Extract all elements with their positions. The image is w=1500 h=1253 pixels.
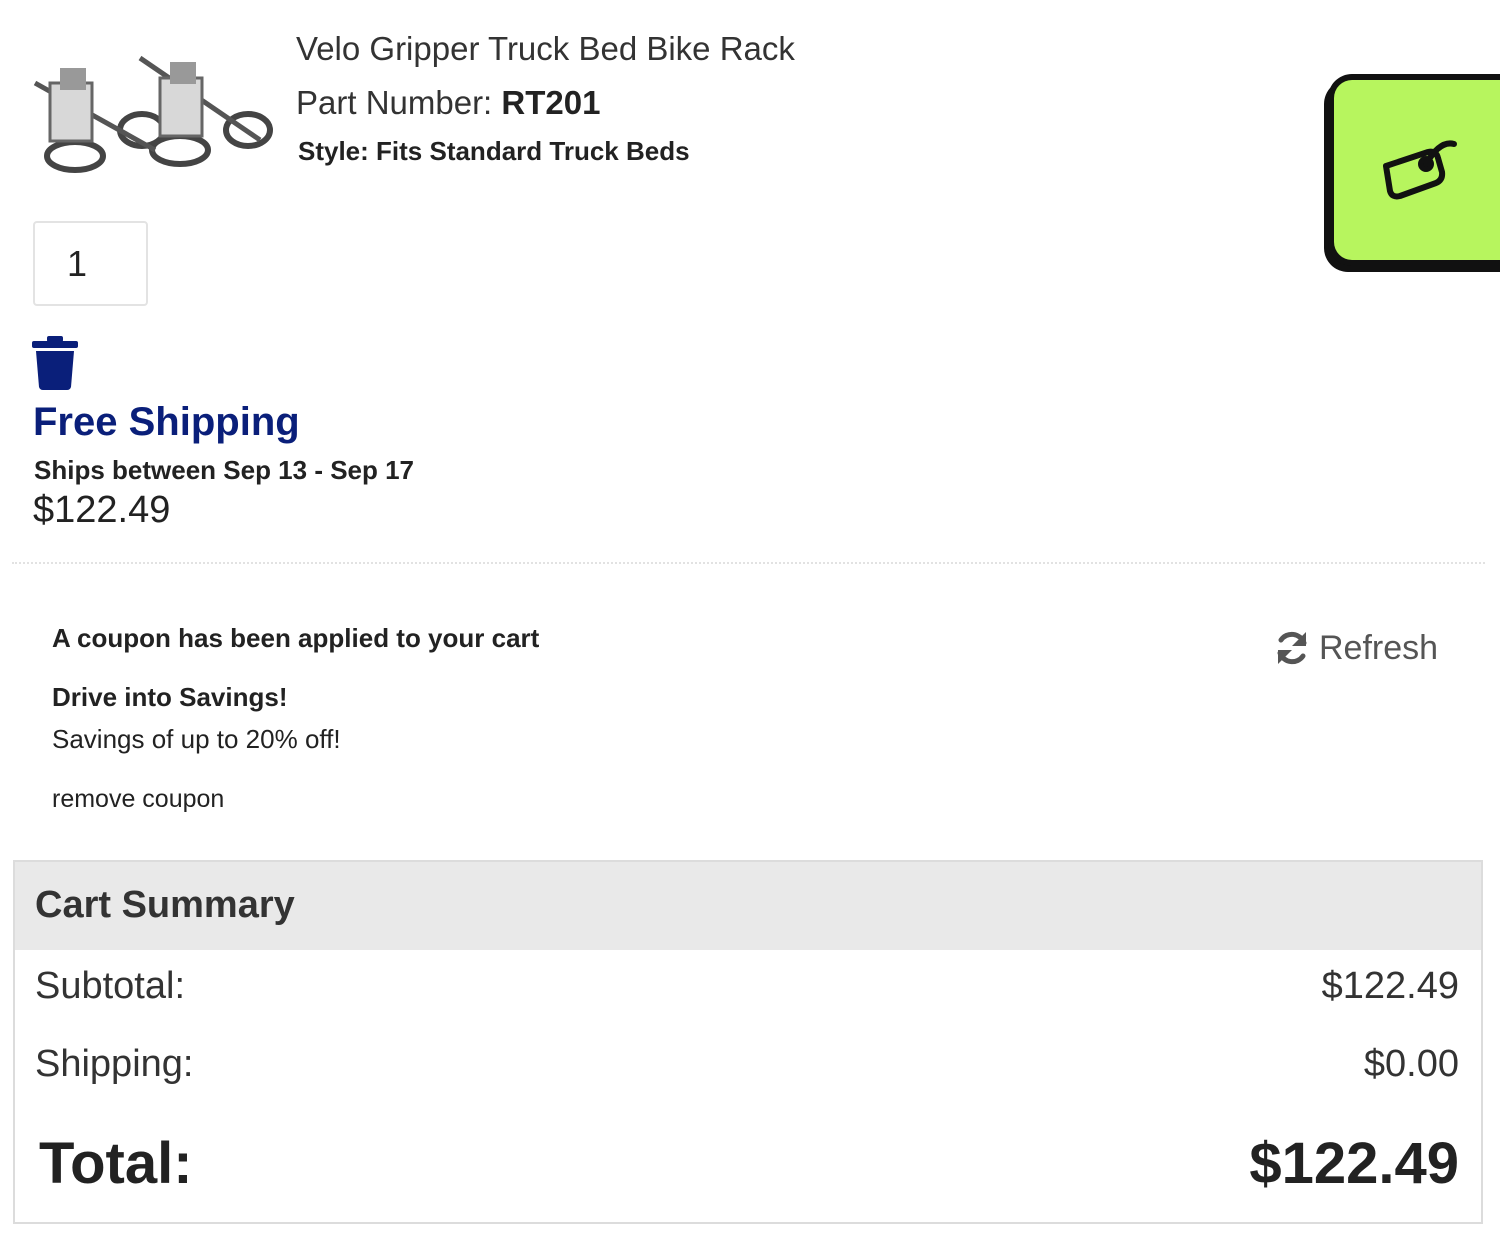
- part-number: Part Number: RT201: [296, 84, 600, 122]
- coupon-applied-message: A coupon has been applied to your cart: [52, 623, 540, 653]
- subtotal-label: Subtotal:: [35, 965, 185, 1007]
- cart-summary: Cart Summary Subtotal: $122.49 Shipping:…: [13, 860, 1483, 1224]
- free-shipping-label: Free Shipping: [33, 400, 300, 444]
- refresh-label: Refresh: [1319, 628, 1439, 667]
- coupon-tab-button[interactable]: [1328, 74, 1500, 266]
- product-image[interactable]: [30, 38, 275, 178]
- product-title[interactable]: Velo Gripper Truck Bed Bike Rack: [296, 30, 795, 68]
- part-number-label: Part Number:: [296, 84, 502, 121]
- subtotal-value: $122.49: [1321, 965, 1459, 1007]
- quantity-input[interactable]: [33, 221, 148, 306]
- total-value: $122.49: [1249, 1131, 1459, 1196]
- coupon-tag-icon: [1383, 140, 1457, 200]
- refresh-button[interactable]: Refresh: [1273, 626, 1438, 670]
- bike-rack-product-image: [33, 55, 273, 173]
- part-number-value: RT201: [501, 84, 601, 121]
- divider: [12, 562, 1485, 564]
- promo-title: Drive into Savings!: [52, 682, 288, 712]
- cart-summary-header: Cart Summary: [15, 862, 1481, 950]
- ship-window: Ships between Sep 13 - Sep 17: [34, 455, 415, 485]
- trash-icon[interactable]: [32, 336, 78, 395]
- line-item-price: $122.49: [33, 489, 171, 531]
- shipping-value: $0.00: [1363, 1043, 1459, 1085]
- remove-coupon-link[interactable]: remove coupon: [52, 785, 224, 814]
- cart-summary-title: Cart Summary: [35, 884, 295, 926]
- promo-description: Savings of up to 20% off!: [52, 724, 341, 754]
- shipping-label: Shipping:: [35, 1043, 194, 1085]
- product-style: Style: Fits Standard Truck Beds: [298, 136, 690, 166]
- total-label: Total:: [39, 1131, 193, 1196]
- refresh-icon: [1277, 631, 1307, 665]
